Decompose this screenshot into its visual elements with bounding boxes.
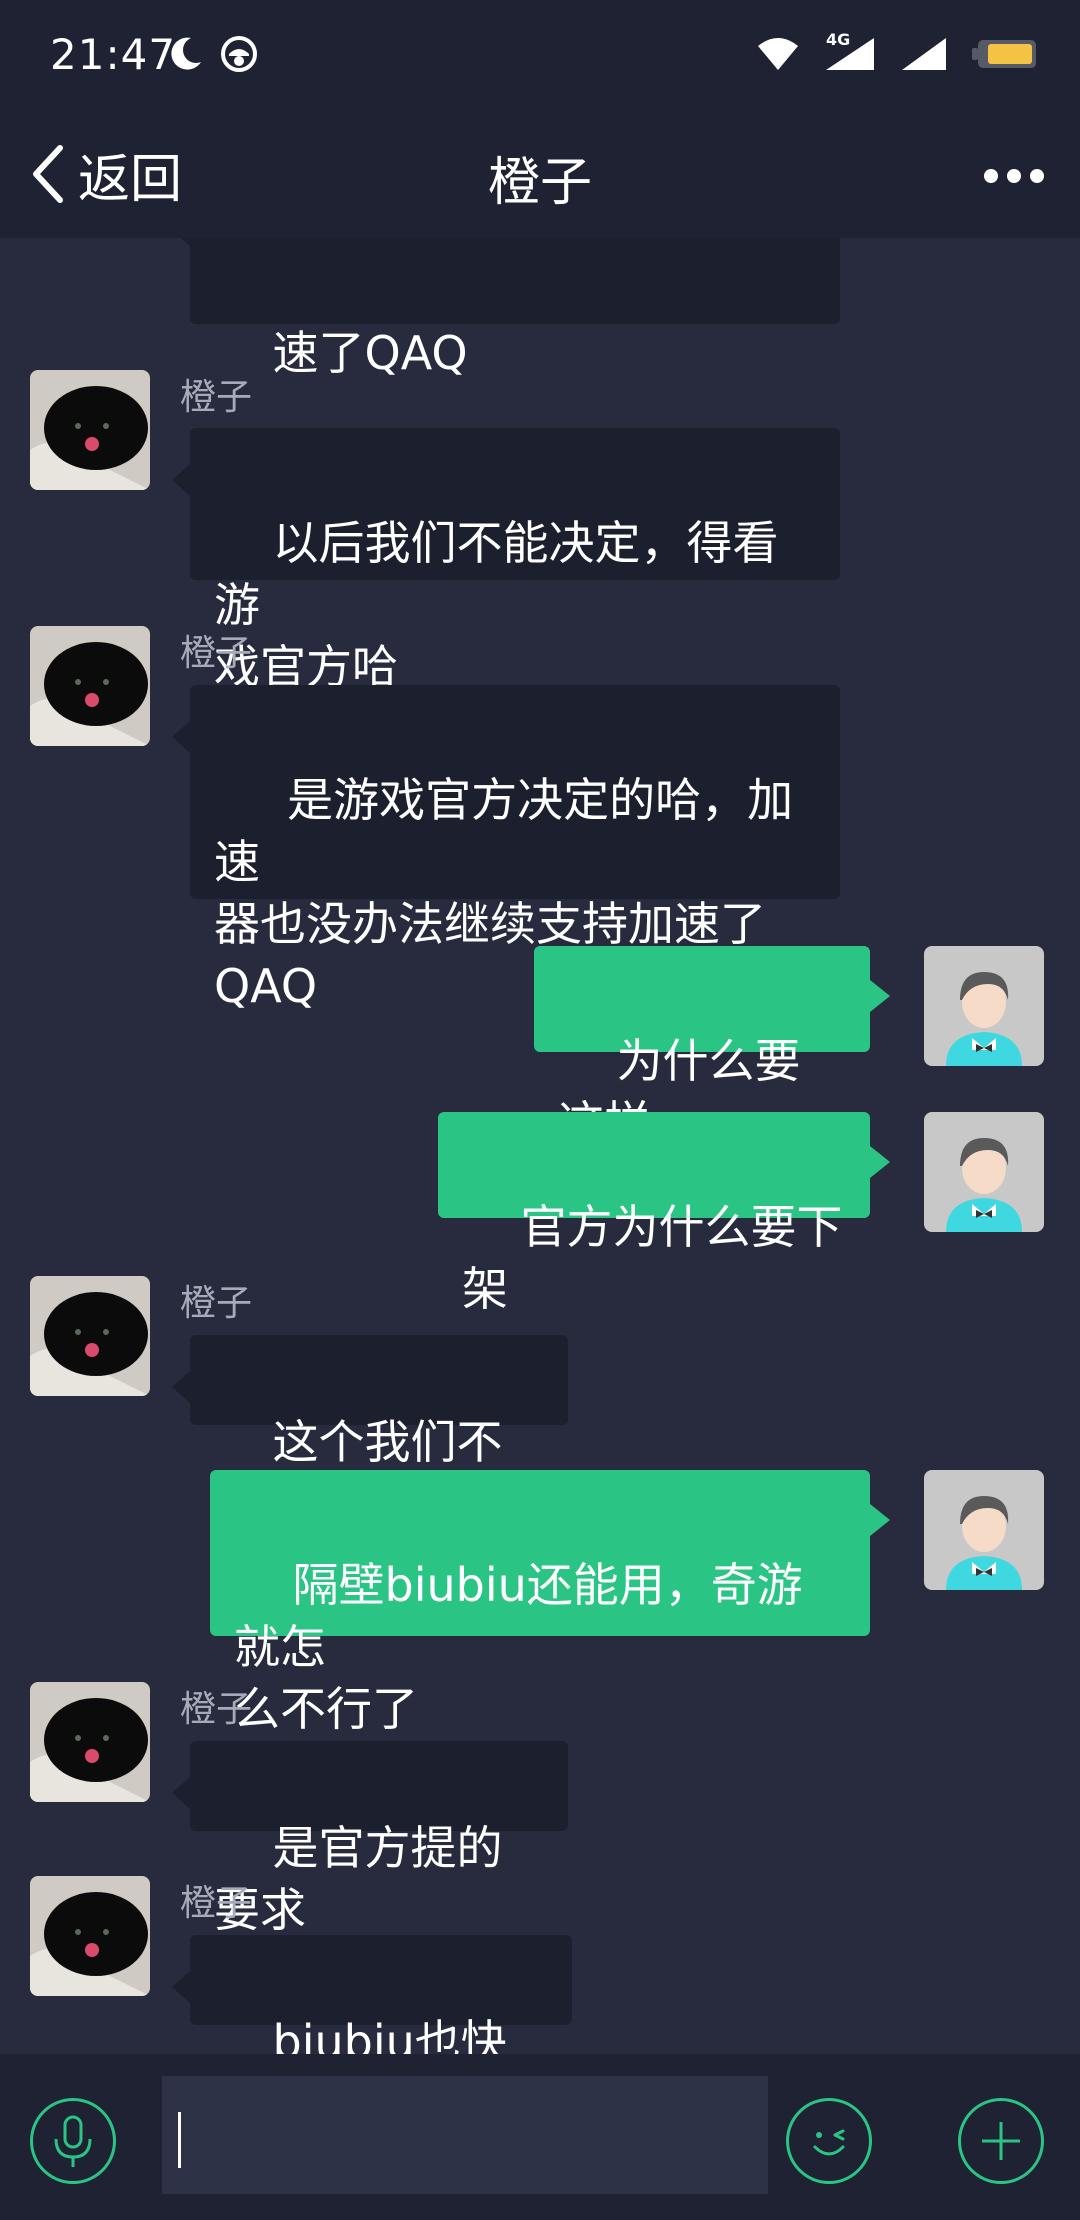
avatar[interactable] <box>924 1112 1044 1232</box>
nav-bar: 返回 橙子 <box>0 112 1080 238</box>
message-bubble[interactable]: 隔壁biubiu还能用，奇游就怎 么不行了 <box>210 1470 890 1736</box>
chat-list[interactable]: 速了QAQ 橙子 以后我们不能决定，得看游 戏官方哈 橙子 是游戏官方决定的哈，… <box>0 238 1080 2054</box>
moon-icon <box>171 37 201 70</box>
avatar[interactable] <box>30 370 150 490</box>
network-type: 4G <box>826 30 851 49</box>
message-text: 是官方提的要求 <box>214 1821 503 1937</box>
message-text: 速了QAQ <box>272 326 468 380</box>
status-time: 21:47 <box>50 30 177 79</box>
user-avatar-icon <box>924 1112 1044 1232</box>
wifi-icon <box>758 38 798 70</box>
plus-button[interactable] <box>958 2098 1044 2184</box>
voice-button[interactable] <box>30 2098 116 2184</box>
user-avatar-icon <box>924 1470 1044 1590</box>
sender-name: 橙子 <box>180 1689 253 1730</box>
message-text: 以后我们不能决定，得看游 戏官方哈 <box>214 516 779 694</box>
message-bubble[interactable]: 官方为什么要下架 <box>438 1112 890 1316</box>
cat-avatar-icon <box>30 1876 150 1996</box>
cat-avatar-icon <box>30 370 150 490</box>
input-bar <box>0 2054 1080 2220</box>
message-text: 隔壁biubiu还能用，奇游就怎 么不行了 <box>234 1558 803 1736</box>
avatar[interactable] <box>30 1276 150 1396</box>
cat-avatar-icon <box>30 1682 150 1802</box>
more-icon <box>984 169 998 183</box>
emoji-button[interactable] <box>786 2098 872 2184</box>
message-bubble[interactable]: 以后我们不能决定，得看游 戏官方哈 <box>172 428 840 694</box>
sender-name: 橙子 <box>180 1283 253 1324</box>
more-button[interactable] <box>976 152 1052 200</box>
message-bubble[interactable]: 速了QAQ <box>172 238 840 380</box>
message-bubble[interactable]: biubiu也快了0.0 <box>172 1935 572 2054</box>
message-bubble[interactable]: 是游戏官方决定的哈，加速 器也没办法继续支持加速了 QAQ <box>172 685 840 1013</box>
message-bubble[interactable]: 是官方提的要求 <box>172 1741 568 1937</box>
avatar[interactable] <box>924 1470 1044 1590</box>
avatar[interactable] <box>924 946 1044 1066</box>
user-avatar-icon <box>924 946 1044 1066</box>
cat-avatar-icon <box>30 1276 150 1396</box>
avatar[interactable] <box>30 1876 150 1996</box>
message-input[interactable] <box>162 2076 768 2194</box>
plus-icon <box>982 2122 1020 2160</box>
notification-icon <box>221 36 257 72</box>
avatar[interactable] <box>30 626 150 746</box>
message-text: 官方为什么要下架 <box>462 1200 843 1316</box>
battery-icon <box>972 40 1036 68</box>
message-bubble[interactable]: 这个我们不清楚 <box>172 1335 568 1531</box>
signal-icon <box>902 38 946 70</box>
sender-name: 橙子 <box>180 377 253 418</box>
message-text: biubiu也快了0.0 <box>272 2015 507 2054</box>
cat-avatar-icon <box>30 626 150 746</box>
sender-name: 橙子 <box>180 1883 253 1924</box>
status-bar: 21:47 4G <box>0 0 1080 112</box>
avatar[interactable] <box>30 1682 150 1802</box>
text-caret <box>178 2112 181 2168</box>
sender-name: 橙子 <box>180 633 253 674</box>
microphone-icon <box>54 2115 92 2167</box>
message-bubble[interactable]: 为什么要这样 <box>534 946 890 1150</box>
page-title: 橙子 <box>487 153 592 213</box>
emoji-icon <box>813 2129 845 2156</box>
